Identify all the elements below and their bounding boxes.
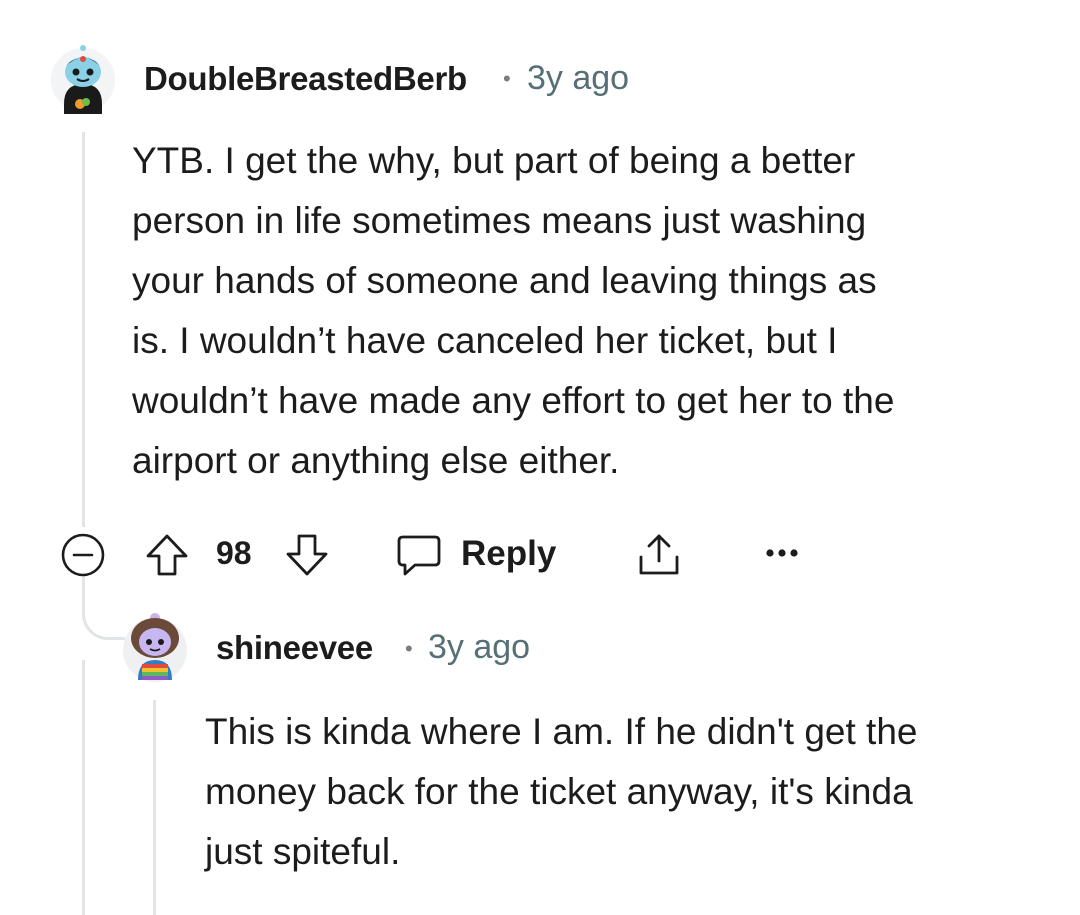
thread-line-reply (153, 700, 156, 915)
reply-icon-wrap (394, 530, 444, 580)
snoo-avatar-icon (51, 45, 115, 114)
comment-body-line: is. I wouldn’t have canceled her ticket,… (132, 320, 838, 361)
speech-bubble-icon (397, 535, 441, 576)
comment-body: YTB. I get the why, but part of being a … (132, 131, 894, 491)
comment-body-line: This is kinda where I am. If he didn't g… (205, 711, 918, 752)
avatar[interactable] (120, 608, 190, 684)
comment-body-line: your hands of someone and leaving things… (132, 260, 877, 301)
collapse-button[interactable] (59, 531, 107, 579)
avatar[interactable] (50, 42, 116, 114)
comment-body-line: person in life sometimes means just wash… (132, 200, 867, 241)
thread-line-lower (82, 660, 85, 915)
comment-body: This is kinda where I am. If he didn't g… (205, 702, 918, 882)
thread-line-main (82, 132, 85, 527)
share-icon (639, 534, 679, 575)
comment-body-line: wouldn’t have made any effort to get her… (132, 380, 895, 421)
snoo-avatar-icon (123, 613, 187, 682)
downvote-arrow-icon (286, 534, 328, 576)
username[interactable]: DoubleBreastedBerb (144, 60, 467, 98)
thread-line-elbow (82, 575, 125, 640)
vote-score: 98 (216, 535, 252, 571)
comment-body-line: just spiteful. (205, 831, 401, 872)
downvote-button[interactable] (282, 530, 332, 580)
timestamp: 3y ago (527, 59, 630, 97)
more-dots-icon (766, 549, 798, 557)
comment-body-line: money back for the ticket anyway, it's k… (205, 771, 913, 812)
meta-separator: • (405, 636, 413, 661)
meta-separator: • (503, 66, 511, 91)
upvote-arrow-icon (146, 534, 188, 576)
collapse-minus-icon (61, 533, 105, 577)
comment-body-line: YTB. I get the why, but part of being a … (132, 140, 856, 181)
reply-label: Reply (461, 534, 557, 573)
comment-body-line: airport or anything else either. (132, 440, 620, 481)
more-options-button[interactable] (760, 535, 804, 571)
timestamp: 3y ago (428, 628, 531, 666)
share-button[interactable] (633, 530, 685, 580)
upvote-button[interactable] (142, 530, 192, 580)
username[interactable]: shineevee (216, 629, 373, 667)
